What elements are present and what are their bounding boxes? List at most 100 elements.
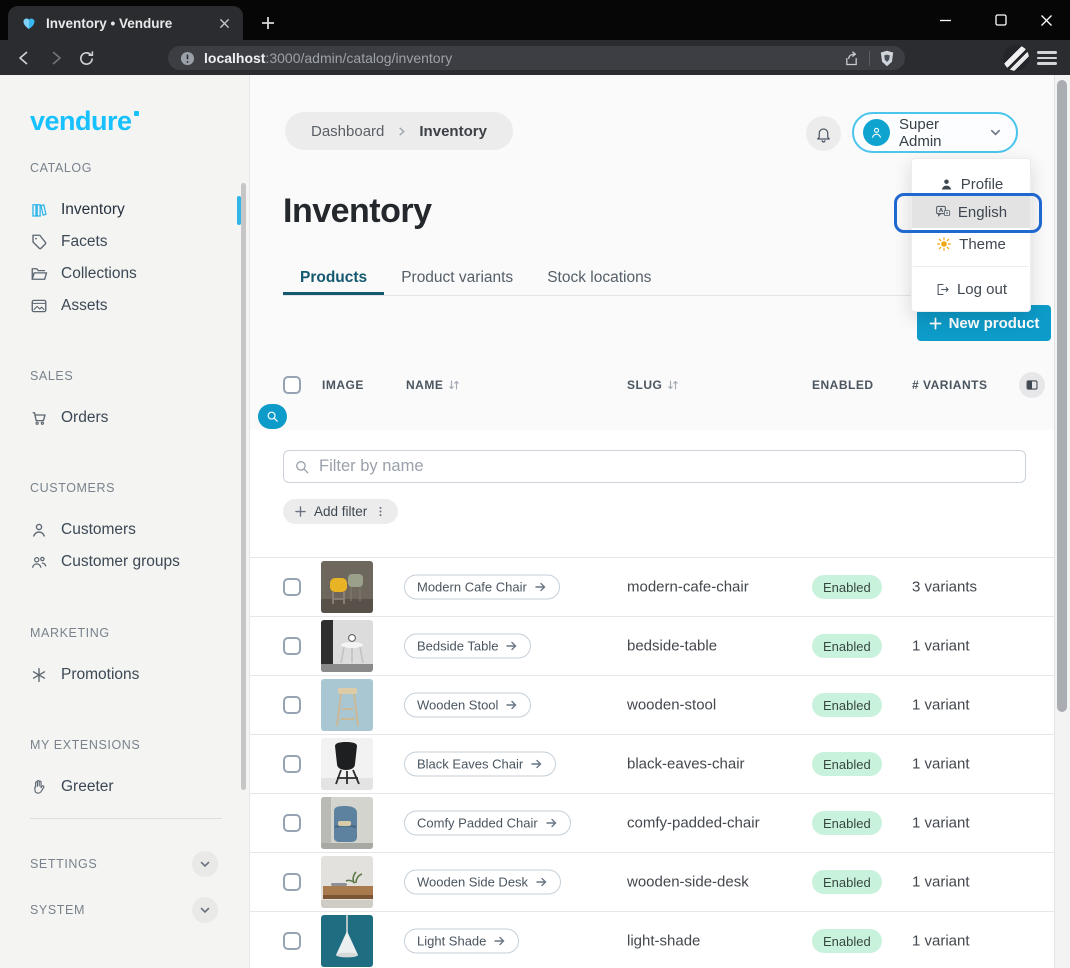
columns-icon bbox=[1025, 378, 1039, 392]
browser-tab[interactable]: Inventory • Vendure bbox=[8, 6, 243, 40]
product-slug: light-shade bbox=[627, 933, 700, 950]
row-checkbox[interactable] bbox=[283, 696, 301, 714]
back-button[interactable] bbox=[14, 48, 34, 68]
sidebar-item-customers[interactable]: Customers bbox=[0, 514, 250, 546]
add-filter-button[interactable]: Add filter bbox=[283, 499, 398, 524]
chevron-down-icon[interactable] bbox=[192, 897, 218, 923]
column-header-variants: # VARIANTS bbox=[912, 378, 987, 392]
arrow-right-icon bbox=[505, 640, 518, 653]
tab-products[interactable]: Products bbox=[283, 261, 384, 295]
row-checkbox[interactable] bbox=[283, 814, 301, 832]
window-maximize-button[interactable] bbox=[986, 6, 1016, 34]
reload-button[interactable] bbox=[76, 48, 96, 68]
section-label-marketing: MARKETING bbox=[0, 625, 250, 641]
product-name-button[interactable]: Comfy Padded Chair bbox=[404, 811, 571, 836]
column-header-name[interactable]: NAME bbox=[406, 378, 460, 392]
menu-item-profile[interactable]: Profile bbox=[912, 169, 1030, 199]
product-name-button[interactable]: Wooden Stool bbox=[404, 693, 531, 718]
section-label-sales: SALES bbox=[0, 368, 250, 384]
new-tab-button[interactable] bbox=[255, 10, 281, 36]
sidebar-item-label: Greeter bbox=[61, 778, 114, 796]
chevron-right-icon bbox=[396, 126, 407, 137]
product-name-button[interactable]: Bedside Table bbox=[404, 634, 531, 659]
sidebar-item-orders[interactable]: Orders bbox=[0, 402, 250, 434]
sidebar-item-collections[interactable]: Collections bbox=[0, 258, 250, 290]
breadcrumb: Dashboard Inventory bbox=[285, 112, 513, 150]
notifications-button[interactable] bbox=[806, 116, 841, 151]
browser-titlebar: Inventory • Vendure bbox=[0, 0, 1070, 40]
browser-menu-icon[interactable] bbox=[1037, 48, 1057, 68]
product-slug: black-eaves-chair bbox=[627, 756, 745, 773]
search-icon bbox=[266, 410, 279, 423]
site-info-icon[interactable] bbox=[180, 51, 195, 66]
search-toggle-button[interactable] bbox=[258, 404, 287, 429]
user-name: Super Admin bbox=[899, 116, 980, 150]
sidebar-section-settings[interactable]: SETTINGS bbox=[0, 850, 250, 878]
menu-item-label: Theme bbox=[959, 236, 1006, 253]
status-badge: Enabled bbox=[812, 811, 882, 835]
product-table-body: Modern Cafe Chair modern-cafe-chair Enab… bbox=[250, 557, 1054, 968]
product-name-button[interactable]: Light Shade bbox=[404, 929, 519, 954]
row-checkbox[interactable] bbox=[283, 755, 301, 773]
sun-icon bbox=[936, 236, 952, 252]
table-row: Bedside Table bedside-table Enabled 1 va… bbox=[250, 616, 1054, 675]
column-header-slug[interactable]: SLUG bbox=[627, 378, 679, 392]
sort-icon bbox=[667, 379, 679, 391]
row-checkbox[interactable] bbox=[283, 932, 301, 950]
row-checkbox[interactable] bbox=[283, 637, 301, 655]
product-name-button[interactable]: Wooden Side Desk bbox=[404, 870, 561, 895]
select-all-checkbox[interactable] bbox=[283, 376, 301, 394]
tab-stock-locations[interactable]: Stock locations bbox=[530, 261, 668, 295]
sidebar-item-greeter[interactable]: Greeter bbox=[0, 771, 250, 803]
url-bar[interactable]: localhost:3000/admin/catalog/inventory bbox=[168, 46, 905, 70]
column-settings-button[interactable] bbox=[1019, 372, 1045, 398]
sidebar-scrollbar[interactable] bbox=[241, 183, 246, 790]
user-avatar bbox=[863, 119, 890, 146]
column-header-image: IMAGE bbox=[322, 378, 364, 392]
product-thumbnail bbox=[321, 620, 373, 672]
variant-count: 1 variant bbox=[912, 874, 970, 891]
user-menu-button[interactable]: Super Admin bbox=[852, 112, 1018, 153]
tab-product-variants[interactable]: Product variants bbox=[384, 261, 530, 295]
tab-close-icon[interactable] bbox=[215, 14, 233, 32]
window-close-button[interactable] bbox=[1031, 6, 1061, 34]
arrow-right-icon bbox=[505, 699, 518, 712]
kebab-menu-icon[interactable] bbox=[375, 506, 386, 517]
table-row: Modern Cafe Chair modern-cafe-chair Enab… bbox=[250, 557, 1054, 616]
product-name-button[interactable]: Black Eaves Chair bbox=[404, 752, 556, 777]
menu-item-english[interactable]: A English bbox=[912, 196, 1030, 228]
arrow-right-icon bbox=[535, 876, 548, 889]
row-checkbox[interactable] bbox=[283, 578, 301, 596]
variant-count: 1 variant bbox=[912, 933, 970, 950]
svg-text:A: A bbox=[939, 208, 944, 214]
browser-profile-avatar[interactable] bbox=[1003, 45, 1029, 71]
page-scrollbar-thumb[interactable] bbox=[1057, 80, 1067, 712]
product-name-button[interactable]: Modern Cafe Chair bbox=[404, 575, 560, 600]
sidebar-section-system[interactable]: SYSTEM bbox=[0, 896, 250, 924]
forward-button[interactable] bbox=[46, 48, 66, 68]
sidebar-item-assets[interactable]: Assets bbox=[0, 290, 250, 322]
table-row: Comfy Padded Chair comfy-padded-chair En… bbox=[250, 793, 1054, 852]
sidebar-item-customer-groups[interactable]: Customer groups bbox=[0, 546, 250, 578]
new-product-label: New product bbox=[949, 315, 1040, 332]
chevron-down-icon[interactable] bbox=[192, 851, 218, 877]
menu-item-log-out[interactable]: Log out bbox=[912, 274, 1030, 304]
hand-icon bbox=[30, 778, 48, 796]
filter-by-name-input[interactable] bbox=[319, 457, 1015, 476]
breadcrumb-dashboard-link[interactable]: Dashboard bbox=[311, 123, 384, 140]
sort-icon bbox=[448, 379, 460, 391]
menu-item-theme[interactable]: Theme bbox=[912, 229, 1030, 259]
sidebar-item-label: Inventory bbox=[61, 201, 125, 219]
brave-shield-icon[interactable] bbox=[879, 50, 895, 67]
share-icon[interactable] bbox=[843, 50, 860, 67]
sidebar-item-facets[interactable]: Facets bbox=[0, 226, 250, 258]
user-dropdown-menu: Profile A English Theme L bbox=[911, 158, 1031, 312]
tag-icon bbox=[30, 233, 48, 251]
row-checkbox[interactable] bbox=[283, 873, 301, 891]
sidebar-section-sales: SALES Orders bbox=[0, 368, 250, 434]
sidebar-item-label: Customers bbox=[61, 521, 136, 539]
sidebar-item-promotions[interactable]: Promotions bbox=[0, 659, 250, 691]
sidebar-item-inventory[interactable]: Inventory bbox=[0, 194, 250, 226]
user-icon bbox=[30, 521, 48, 539]
window-minimize-button[interactable] bbox=[930, 6, 960, 34]
